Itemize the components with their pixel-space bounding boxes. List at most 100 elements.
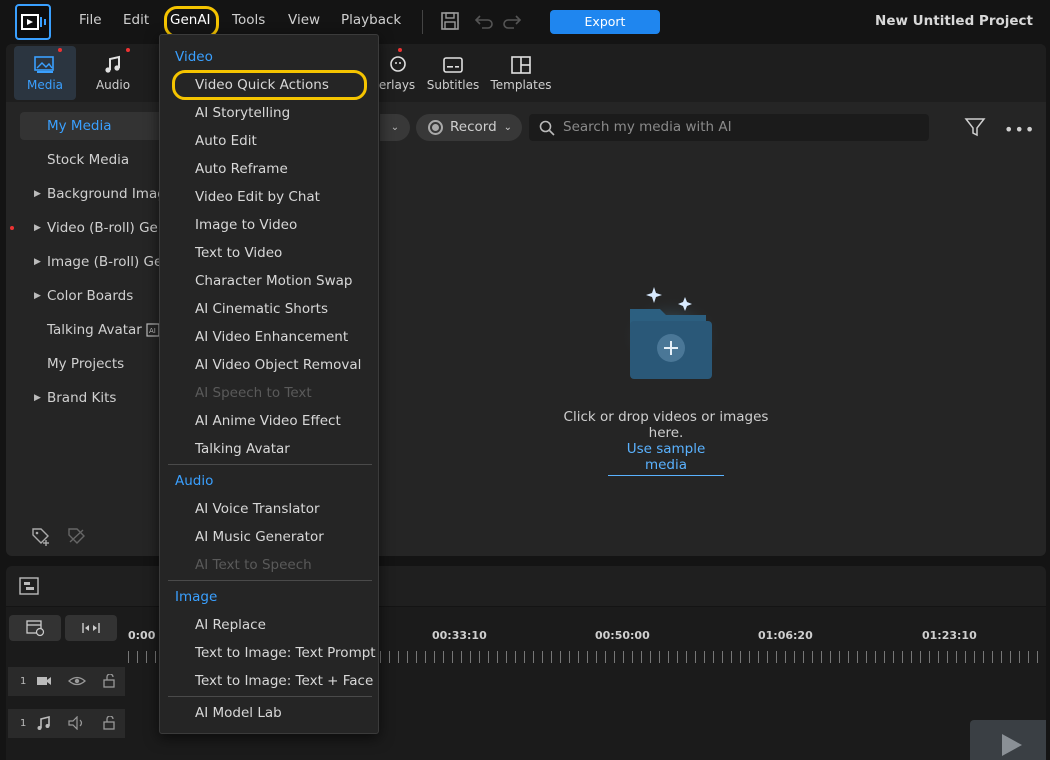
time-label: 01:06:20 xyxy=(758,629,813,642)
video-broll-notification-dot xyxy=(10,226,14,230)
audio-track-header: 1 xyxy=(8,709,125,739)
record-label: Record xyxy=(450,119,497,135)
drop-zone-text: Click or drop videos or images here. xyxy=(563,409,769,441)
ai-badge-icon: AI xyxy=(146,323,160,337)
menu-view[interactable]: View xyxy=(288,12,320,28)
sidebar-item-stock-media[interactable]: Stock Media xyxy=(20,146,170,174)
menu-item-text-to-image-text-face[interactable]: Text to Image: Text + Face xyxy=(195,673,373,689)
menu-item-ai-speech-to-text: AI Speech to Text xyxy=(195,385,312,401)
menu-item-ai-cinematic-shorts[interactable]: AI Cinematic Shorts xyxy=(195,301,328,317)
menu-item-video-edit-by-chat[interactable]: Video Edit by Chat xyxy=(195,189,320,205)
track-number: 1 xyxy=(20,718,27,729)
filter-icon[interactable] xyxy=(964,117,986,141)
sidebar-item-image-broll[interactable]: ▶ Image (B-roll) Gen xyxy=(20,248,171,276)
menu-divider xyxy=(168,580,372,581)
track-manager-icon xyxy=(26,620,45,637)
tab-audio-label: Audio xyxy=(95,78,131,92)
tab-audio[interactable]: Audio xyxy=(81,52,145,92)
sidebar-item-brand-kits[interactable]: ▶ Brand Kits xyxy=(20,384,170,412)
sidebar-item-label: Image (B-roll) Gen xyxy=(47,254,171,270)
app-logo-icon[interactable] xyxy=(15,4,51,40)
folder-add-icon xyxy=(621,287,721,379)
sidebar-item-label: Background Image xyxy=(47,186,175,202)
svg-text:AI: AI xyxy=(149,327,156,335)
record-icon xyxy=(428,120,443,135)
menu-item-text-to-image-text-prompt[interactable]: Text to Image: Text Prompt xyxy=(195,645,376,661)
menu-item-auto-reframe[interactable]: Auto Reframe xyxy=(195,161,288,177)
play-icon xyxy=(1002,734,1022,756)
menu-edit[interactable]: Edit xyxy=(123,12,149,28)
fit-timeline-icon xyxy=(82,623,100,633)
use-sample-media-link[interactable]: Use sample media xyxy=(608,441,724,476)
sidebar-item-my-projects[interactable]: My Projects xyxy=(20,350,170,378)
search-placeholder: Search my media with AI xyxy=(563,119,732,135)
menu-item-ai-video-enhancement[interactable]: AI Video Enhancement xyxy=(195,329,348,345)
expand-caret-icon: ▶ xyxy=(34,189,41,199)
menu-section-image: Image xyxy=(175,589,218,605)
menu-item-character-motion-swap[interactable]: Character Motion Swap xyxy=(195,273,352,289)
menu-item-auto-edit[interactable]: Auto Edit xyxy=(195,133,257,149)
record-chevron-icon: ⌄ xyxy=(503,122,512,133)
menu-item-ai-anime-video-effect[interactable]: AI Anime Video Effect xyxy=(195,413,341,429)
menu-item-ai-model-lab[interactable]: AI Model Lab xyxy=(195,705,282,721)
menu-item-ai-text-to-speech: AI Text to Speech xyxy=(195,557,312,573)
lock-open-icon[interactable] xyxy=(102,716,116,730)
menu-tools[interactable]: Tools xyxy=(232,12,265,28)
video-camera-icon xyxy=(37,677,51,685)
eye-icon[interactable] xyxy=(68,674,86,688)
sidebar-item-my-media[interactable]: My Media xyxy=(20,112,170,140)
menu-item-video-quick-actions[interactable]: Video Quick Actions xyxy=(195,77,329,93)
sidebar-item-label: My Projects xyxy=(47,356,125,372)
time-label: 00:33:10 xyxy=(432,629,487,642)
time-label: 0:00 xyxy=(128,629,156,642)
fit-timeline-button[interactable] xyxy=(65,615,117,641)
undo-icon[interactable] xyxy=(472,11,494,35)
music-note-icon xyxy=(37,716,50,730)
menu-bar: File Edit GenAI Tools View Playback Expo… xyxy=(0,0,1050,44)
menu-item-ai-replace[interactable]: AI Replace xyxy=(195,617,266,633)
remove-tag-icon[interactable] xyxy=(66,526,88,550)
filter-dropdown-chevron-icon[interactable]: ⌄ xyxy=(380,114,410,141)
menu-item-ai-music-generator[interactable]: AI Music Generator xyxy=(195,529,324,545)
track-manager-button[interactable] xyxy=(9,615,61,641)
media-notification-dot xyxy=(58,48,62,52)
menu-section-audio: Audio xyxy=(175,473,214,489)
menu-item-ai-storytelling[interactable]: AI Storytelling xyxy=(195,105,290,121)
expand-caret-icon: ▶ xyxy=(34,223,41,233)
time-label: 01:23:10 xyxy=(922,629,977,642)
redo-icon[interactable] xyxy=(502,11,524,35)
export-button[interactable]: Export xyxy=(550,10,660,34)
sidebar-item-video-broll[interactable]: ▶ Video (B-roll) Gene xyxy=(20,214,175,242)
add-tag-icon[interactable] xyxy=(30,526,52,550)
search-icon xyxy=(539,120,555,136)
speaker-icon[interactable] xyxy=(68,716,86,730)
sidebar-item-talking-avatar[interactable]: Talking Avatar AI xyxy=(20,316,170,344)
menu-item-image-to-video[interactable]: Image to Video xyxy=(195,217,297,233)
menu-item-text-to-video[interactable]: Text to Video xyxy=(195,245,282,261)
menu-playback[interactable]: Playback xyxy=(341,12,401,28)
sidebar-item-label: Stock Media xyxy=(47,152,130,168)
more-options-icon[interactable]: ••• xyxy=(1004,120,1035,139)
sidebar-item-label: Talking Avatar xyxy=(47,322,142,338)
lock-open-icon[interactable] xyxy=(102,674,116,688)
tab-subtitles-label: Subtitles xyxy=(426,78,480,92)
menu-separator xyxy=(422,10,423,34)
menu-file[interactable]: File xyxy=(79,12,102,28)
sidebar-item-color-boards[interactable]: ▶ Color Boards xyxy=(20,282,170,310)
sidebar-item-label: Video (B-roll) Gene xyxy=(47,220,175,236)
search-input[interactable]: Search my media with AI xyxy=(529,114,929,141)
menu-item-talking-avatar[interactable]: Talking Avatar xyxy=(195,441,290,457)
tab-templates[interactable]: Templates xyxy=(489,52,553,92)
record-button[interactable]: Record ⌄ xyxy=(416,114,522,141)
preview-thumbnail[interactable] xyxy=(970,720,1046,760)
sidebar-item-background-image[interactable]: ▶ Background Image xyxy=(20,180,174,208)
music-note-icon xyxy=(81,52,145,78)
tab-templates-label: Templates xyxy=(490,78,552,92)
subtitles-icon xyxy=(421,52,485,78)
menu-item-ai-voice-translator[interactable]: AI Voice Translator xyxy=(195,501,320,517)
menu-item-ai-video-object-removal[interactable]: AI Video Object Removal xyxy=(195,357,361,373)
save-icon[interactable] xyxy=(440,11,460,35)
tab-subtitles[interactable]: Subtitles xyxy=(421,52,485,92)
tab-media[interactable]: Media xyxy=(13,52,77,92)
timeline-layout-icon[interactable] xyxy=(18,576,40,600)
